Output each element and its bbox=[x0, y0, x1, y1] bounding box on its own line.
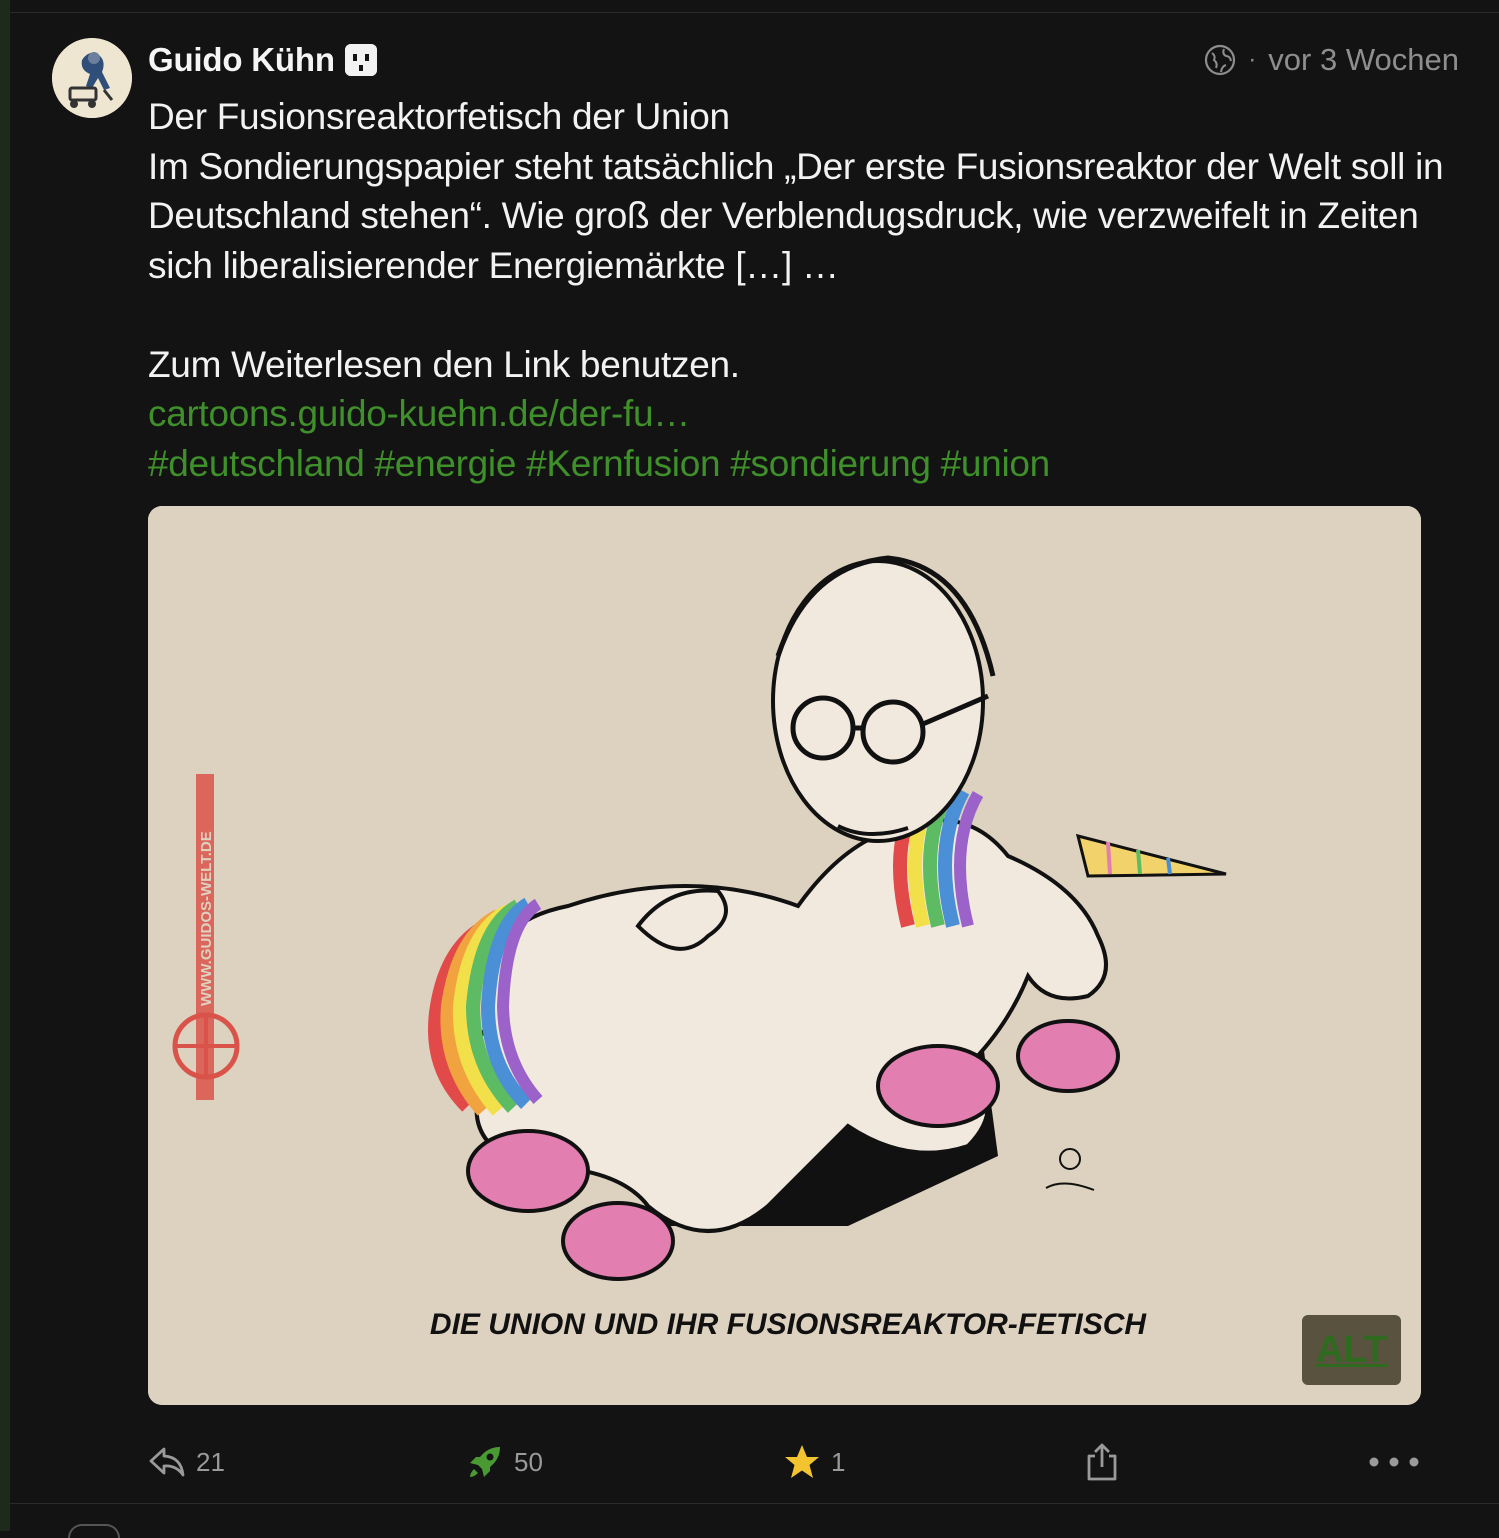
more-icon bbox=[1369, 1457, 1419, 1467]
alt-text-button[interactable]: ALT bbox=[1302, 1315, 1401, 1385]
favourite-button[interactable]: 1 bbox=[783, 1432, 845, 1492]
watermark-text: WWW.GUIDOS-WELT.DE bbox=[198, 831, 215, 1006]
post-link[interactable]: cartoons.guido-kuehn.de/der-fu… bbox=[148, 393, 690, 434]
post-content: Der Fusionsreaktorfetisch der Union Im S… bbox=[148, 92, 1468, 488]
post-header: Guido Kühn · vor 3 Wochen bbox=[148, 38, 1459, 82]
favourite-count: 1 bbox=[831, 1446, 846, 1477]
globe-icon bbox=[1205, 44, 1236, 76]
hashtag-deutschland[interactable]: #deutschland bbox=[148, 443, 365, 484]
hashtag-energie[interactable]: #energie bbox=[375, 443, 517, 484]
post-body: Im Sondierungspapier steht tatsächlich „… bbox=[148, 145, 1444, 286]
next-post-avatar bbox=[68, 1524, 120, 1538]
rocket-icon bbox=[470, 1447, 500, 1477]
star-icon bbox=[785, 1445, 819, 1478]
boost-count: 50 bbox=[514, 1446, 543, 1477]
meta-separator: · bbox=[1248, 46, 1257, 73]
boost-button[interactable]: 50 bbox=[466, 1432, 543, 1492]
cartoon-image: WWW.GUIDOS-WELT.DE DIE UNION UND IHR FUS… bbox=[148, 506, 1421, 1405]
hashtag-list: #deutschland #energie #Kernfusion #sondi… bbox=[148, 439, 1468, 489]
cartoon-caption: DIE UNION UND IHR FUSIONSREAKTOR-FETISCH bbox=[430, 1308, 1147, 1341]
author-name[interactable]: Guido Kühn bbox=[148, 41, 335, 79]
media-attachment[interactable]: WWW.GUIDOS-WELT.DE DIE UNION UND IHR FUS… bbox=[148, 506, 1421, 1405]
share-icon bbox=[1087, 1443, 1117, 1481]
share-button[interactable] bbox=[1084, 1432, 1130, 1492]
action-bar: 21 50 1 bbox=[148, 1432, 1428, 1492]
hashtag-sondierung[interactable]: #sondierung bbox=[730, 443, 931, 484]
post-title: Der Fusionsreaktorfetisch der Union bbox=[148, 96, 730, 137]
left-sidebar-edge bbox=[0, 0, 10, 1531]
bot-icon bbox=[344, 44, 377, 76]
reply-icon bbox=[149, 1447, 185, 1477]
hashtag-kernfusion[interactable]: #Kernfusion bbox=[526, 443, 720, 484]
author-avatar[interactable] bbox=[52, 38, 132, 118]
top-divider bbox=[10, 12, 1499, 13]
more-options-button[interactable] bbox=[1368, 1432, 1430, 1492]
bottom-divider bbox=[10, 1503, 1499, 1504]
read-more-text: Zum Weiterlesen den Link benutzen. bbox=[148, 343, 740, 385]
post-timestamp[interactable]: vor 3 Wochen bbox=[1268, 42, 1459, 78]
reply-button[interactable]: 21 bbox=[148, 1432, 225, 1492]
hashtag-union[interactable]: #union bbox=[941, 443, 1051, 484]
reply-count: 21 bbox=[196, 1446, 225, 1477]
